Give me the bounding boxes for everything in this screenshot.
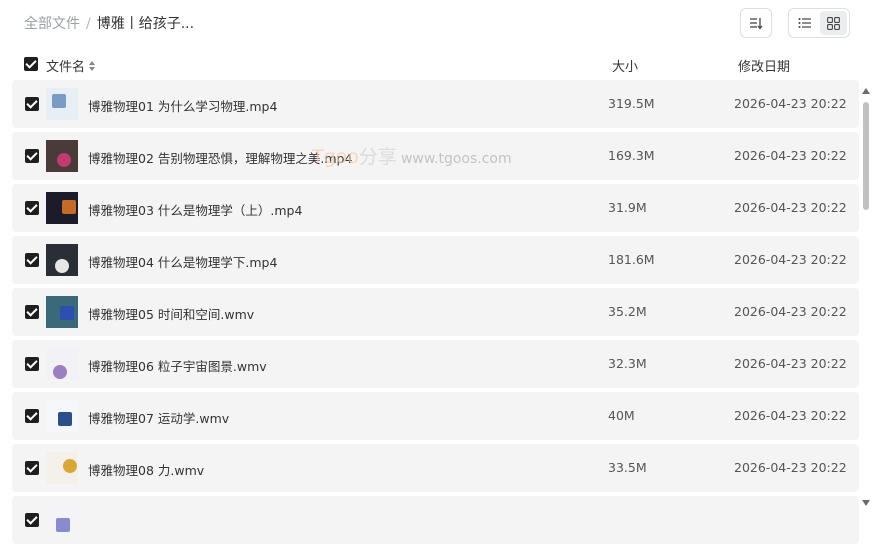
thumbnail-figure <box>53 365 67 379</box>
file-modified-date: 2026-04-23 20:22 <box>734 252 847 267</box>
video-thumbnail-icon <box>46 400 78 432</box>
video-thumbnail-icon <box>46 296 78 328</box>
video-thumbnail-icon <box>46 348 78 380</box>
list-view-icon <box>798 18 811 28</box>
row-checkbox[interactable] <box>25 97 39 111</box>
scroll-down-arrow-icon[interactable] <box>862 500 870 506</box>
sort-caret-icon <box>89 60 96 71</box>
view-toggle <box>788 8 850 38</box>
column-header-size[interactable]: 大小 <box>612 56 638 75</box>
row-checkbox[interactable] <box>25 201 39 215</box>
breadcrumb: 全部文件 / 博雅丨给孩子... <box>24 15 194 33</box>
column-header-modified[interactable]: 修改日期 <box>738 56 790 75</box>
row-checkbox[interactable] <box>25 357 39 371</box>
grid-view-icon <box>827 16 840 30</box>
vertical-scrollbar[interactable] <box>860 86 872 510</box>
thumbnail-figure <box>55 259 69 273</box>
file-size: 35.2M <box>608 304 647 319</box>
row-checkbox[interactable] <box>25 409 39 423</box>
file-name[interactable]: 博雅物理07 运动学.wmv <box>88 408 229 427</box>
file-size: 319.5M <box>608 96 655 111</box>
file-modified-date: 2026-04-23 20:22 <box>734 356 847 371</box>
file-size: 32.3M <box>608 356 647 371</box>
file-modified-date: 2026-04-23 20:22 <box>734 460 847 475</box>
file-modified-date: 2026-04-23 20:22 <box>734 304 847 319</box>
file-row[interactable]: 博雅物理01 为什么学习物理.mp4 319.5M 2026-04-23 20:22 <box>12 80 859 128</box>
breadcrumb-current: 博雅丨给孩子... <box>96 16 195 32</box>
file-size: 33.5M <box>608 460 647 475</box>
video-thumbnail-icon <box>46 452 78 484</box>
thumbnail-figure <box>57 153 71 167</box>
list-view-button[interactable] <box>791 11 818 35</box>
top-bar: 全部文件 / 博雅丨给孩子... <box>0 0 874 48</box>
row-checkbox[interactable] <box>25 305 39 319</box>
thumbnail-figure <box>56 518 70 532</box>
row-checkbox[interactable] <box>25 253 39 267</box>
video-thumbnail-icon <box>46 192 78 224</box>
video-thumbnail-icon <box>46 504 78 536</box>
scrollbar-thumb[interactable] <box>863 102 869 210</box>
file-modified-date: 2026-04-23 20:22 <box>734 96 847 111</box>
video-thumbnail-icon <box>46 88 78 120</box>
file-size: 31.9M <box>608 200 647 215</box>
file-row[interactable]: 博雅物理07 运动学.wmv 40M 2026-04-23 20:22 <box>12 392 859 440</box>
thumbnail-figure <box>60 306 74 320</box>
file-row[interactable]: 博雅物理03 什么是物理学（上）.mp4 31.9M 2026-04-23 20:2… <box>12 184 859 232</box>
row-checkbox[interactable] <box>25 149 39 163</box>
file-row[interactable]: 博雅物理06 粒子宇宙图景.wmv 32.3M 2026-04-23 20:22 <box>12 340 859 388</box>
sort-button[interactable] <box>740 8 772 38</box>
video-thumbnail-icon <box>46 140 78 172</box>
scroll-up-arrow-icon[interactable] <box>862 88 870 94</box>
file-row[interactable]: 博雅物理02 告别物理恐惧，理解物理之美.mp4 169.3M 2026-04-23… <box>12 132 859 180</box>
file-name[interactable]: 博雅物理05 时间和空间.wmv <box>88 304 254 323</box>
file-size: 169.3M <box>608 148 655 163</box>
column-header-name[interactable]: 文件名 <box>46 56 96 75</box>
file-name[interactable]: 博雅物理06 粒子宇宙图景.wmv <box>88 356 267 375</box>
file-modified-date: 2026-04-23 20:22 <box>734 148 847 163</box>
file-row[interactable] <box>12 496 859 544</box>
grid-view-button[interactable] <box>820 11 847 35</box>
file-modified-date: 2026-04-23 20:22 <box>734 408 847 423</box>
thumbnail-figure <box>62 200 76 214</box>
file-name[interactable]: 博雅物理02 告别物理恐惧，理解物理之美.mp4 <box>88 148 352 167</box>
sort-icon <box>750 18 763 30</box>
thumbnail-figure <box>58 412 72 426</box>
thumbnail-figure <box>52 94 66 108</box>
breadcrumb-separator: / <box>86 16 91 32</box>
file-row[interactable]: 博雅物理05 时间和空间.wmv 35.2M 2026-04-23 20:22 <box>12 288 859 336</box>
file-modified-date: 2026-04-23 20:22 <box>734 200 847 215</box>
file-name[interactable]: 博雅物理04 什么是物理学下.mp4 <box>88 252 277 271</box>
file-size: 181.6M <box>608 252 655 267</box>
row-checkbox[interactable] <box>25 513 39 527</box>
breadcrumb-root-link[interactable]: 全部文件 <box>24 15 80 33</box>
select-all-checkbox[interactable] <box>24 57 38 71</box>
file-row[interactable]: 博雅物理04 什么是物理学下.mp4 181.6M 2026-04-23 20:22 <box>12 236 859 284</box>
video-thumbnail-icon <box>46 244 78 276</box>
column-name-label: 文件名 <box>46 60 86 75</box>
file-name[interactable]: 博雅物理01 为什么学习物理.mp4 <box>88 96 277 115</box>
file-name[interactable]: 博雅物理03 什么是物理学（上）.mp4 <box>88 200 302 219</box>
table-header: 文件名 大小 修改日期 <box>0 52 874 76</box>
row-checkbox[interactable] <box>25 461 39 475</box>
thumbnail-figure <box>63 459 77 473</box>
file-name[interactable]: 博雅物理08 力.wmv <box>88 460 204 479</box>
file-size: 40M <box>608 408 635 423</box>
file-row[interactable]: 博雅物理08 力.wmv 33.5M 2026-04-23 20:22 <box>12 444 859 492</box>
